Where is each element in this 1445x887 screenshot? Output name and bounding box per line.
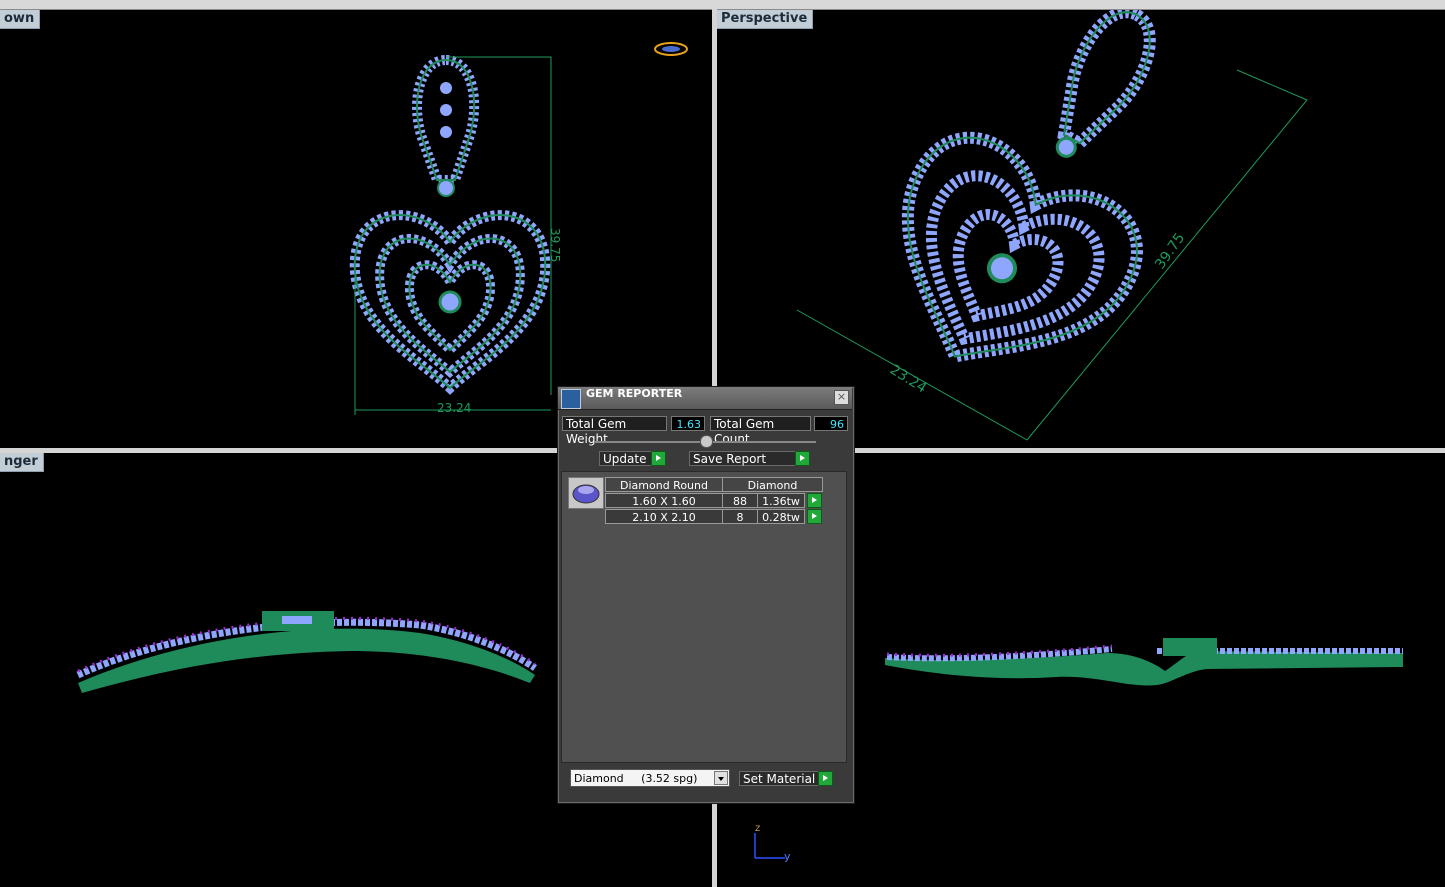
diamond-thumbnail[interactable]: [568, 477, 604, 509]
bail-link: [437, 179, 455, 197]
bail-center-gem-2: [440, 104, 452, 116]
material-select-value: Diamond (3.52 spg): [574, 772, 698, 785]
table-row-1-count: 88: [722, 493, 758, 508]
table-row-1-size: 1.60 X 1.60: [605, 493, 723, 508]
total-gem-count-label: Total Gem Count: [710, 416, 811, 446]
perspective-view-model: 39.75 23.24: [796, 10, 1308, 441]
bail-gems: [412, 54, 480, 185]
table-row-2-weight: 0.28tw: [757, 509, 805, 524]
bail-center-gem-3: [440, 126, 452, 138]
table-header-diamond: Diamond: [722, 477, 823, 492]
table-row-2-size: 2.10 X 2.10: [605, 509, 723, 524]
side-bail-gems: [282, 616, 312, 624]
viewport-front[interactable]: own 39.75 23.24: [0, 10, 712, 448]
close-icon[interactable]: ×: [834, 390, 849, 405]
gumball-core: [662, 46, 680, 52]
front-view-model: 39.75 23.24: [349, 42, 688, 415]
p-dimension-lines: [796, 69, 1308, 441]
update-button[interactable]: Update: [599, 451, 652, 466]
total-gem-weight-value: 1.63: [671, 416, 705, 431]
axis-z-label: z: [755, 823, 760, 834]
top-toolbar-strip: [0, 0, 1445, 10]
p-center-cluster: [986, 253, 1017, 284]
axis-y-label: y: [784, 850, 791, 863]
p-bail-gems: [1057, 10, 1156, 151]
gem-slider-knob[interactable]: [700, 435, 713, 448]
total-gem-count-value: 96: [814, 416, 848, 431]
viewport-perspective[interactable]: Perspective 39.75 23.24: [717, 10, 1445, 448]
gem-reporter-titlebar[interactable]: GEM REPORTER ×: [558, 387, 852, 410]
gem-reporter-title: GEM REPORTER: [586, 387, 683, 400]
bail-center-gem-1: [440, 82, 452, 94]
table-header-diamond-round: Diamond Round: [605, 477, 723, 492]
table-row-2-go-icon[interactable]: [807, 509, 822, 524]
width-dim-text: 23.24: [437, 401, 471, 415]
gem-reporter-dialog: GEM REPORTER × Total Gem Weight 1.63 Tot…: [557, 386, 855, 804]
table-row-1-go-icon[interactable]: [807, 493, 822, 508]
total-gem-weight-label: Total Gem Weight: [562, 416, 667, 446]
gem-reporter-icon: [561, 389, 581, 409]
set-material-button[interactable]: Set Material: [739, 771, 819, 786]
table-row-2-count: 8: [722, 509, 758, 524]
side-metal-band: [78, 628, 535, 693]
p-width-dim-text: 23.24: [887, 362, 930, 397]
round-gem-icon: [572, 484, 600, 504]
table-row-1-weight: 1.36tw: [757, 493, 805, 508]
save-report-go-icon[interactable]: [795, 451, 810, 466]
height-dim-text: 39.75: [548, 228, 562, 262]
right-metal-band: [885, 651, 1403, 686]
update-go-icon[interactable]: [651, 451, 666, 466]
gem-list-panel: Diamond Round Diamond 1.60 X 1.60 88 1.3…: [561, 471, 847, 763]
center-gem-cluster: [438, 290, 462, 314]
right-bail: [1163, 638, 1217, 656]
chevron-down-icon[interactable]: [714, 771, 728, 785]
set-material-go-icon[interactable]: [818, 771, 833, 786]
save-report-button[interactable]: Save Report: [689, 451, 796, 466]
perspective-pendant-group: [901, 10, 1156, 364]
material-select[interactable]: Diamond (3.52 spg): [570, 769, 730, 787]
